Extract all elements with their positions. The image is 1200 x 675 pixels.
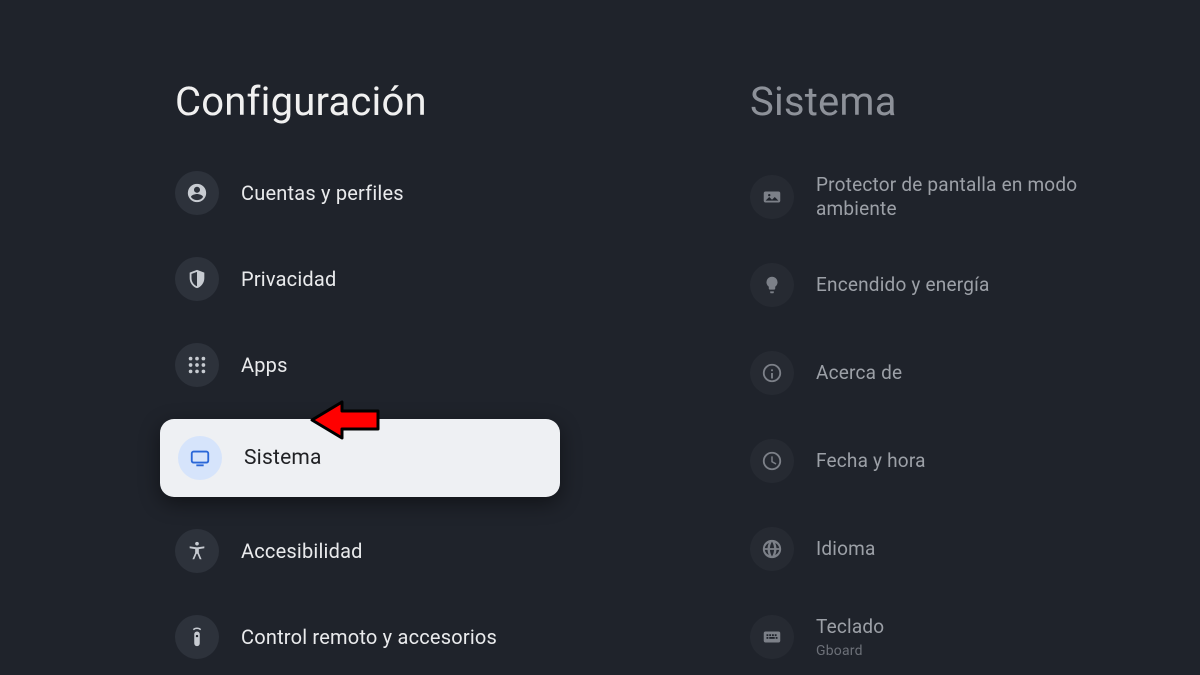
settings-right-panel: Sistema Protector de pantalla en modo am… (750, 0, 1200, 675)
menu-item-label: Privacidad (241, 267, 336, 291)
menu-item-accounts[interactable]: Cuentas y perfiles (160, 161, 560, 225)
tv-icon (178, 436, 222, 480)
accessibility-icon (175, 529, 219, 573)
menu-item-system[interactable]: Sistema (160, 419, 560, 497)
system-item-datetime[interactable]: Fecha y hora (750, 433, 1200, 489)
page-title: Configuración (175, 78, 560, 125)
info-icon (750, 351, 794, 395)
menu-item-label: Cuentas y perfiles (241, 181, 404, 205)
apps-grid-icon (175, 343, 219, 387)
bulb-icon (750, 263, 794, 307)
system-item-sublabel: Gboard (816, 643, 884, 659)
menu-item-label: Control remoto y accesorios (241, 625, 497, 649)
subpanel-title: Sistema (750, 78, 1200, 125)
menu-item-accessibility[interactable]: Accesibilidad (160, 519, 560, 583)
remote-icon (175, 615, 219, 659)
system-item-about[interactable]: Acerca de (750, 345, 1200, 401)
system-item-label: Acerca de (816, 361, 902, 385)
menu-item-label: Sistema (244, 446, 322, 470)
keyboard-icon (750, 615, 794, 659)
clock-icon (750, 439, 794, 483)
menu-item-privacy[interactable]: Privacidad (160, 247, 560, 311)
system-item-keyboard[interactable]: Teclado Gboard (750, 609, 1200, 665)
settings-menu: Cuentas y perfiles Privacidad Apps Siste… (0, 161, 560, 675)
system-item-power[interactable]: Encendido y energía (750, 257, 1200, 313)
system-item-ambient[interactable]: Protector de pantalla en modo ambiente (750, 169, 1200, 225)
system-item-label: Fecha y hora (816, 449, 926, 473)
menu-item-apps[interactable]: Apps (160, 333, 560, 397)
shield-icon (175, 257, 219, 301)
system-item-label: Protector de pantalla en modo ambiente (816, 173, 1096, 221)
globe-icon (750, 527, 794, 571)
menu-item-remotes[interactable]: Control remoto y accesorios (160, 605, 560, 669)
menu-item-label: Accesibilidad (241, 539, 363, 563)
system-item-language[interactable]: Idioma (750, 521, 1200, 577)
account-icon (175, 171, 219, 215)
system-item-label: Encendido y energía (816, 273, 990, 297)
settings-left-panel: Configuración Cuentas y perfiles Privaci… (0, 0, 560, 675)
system-item-label: Idioma (816, 537, 876, 561)
ambient-icon (750, 175, 794, 219)
menu-item-label: Apps (241, 353, 288, 377)
system-item-label: Teclado (816, 615, 884, 639)
